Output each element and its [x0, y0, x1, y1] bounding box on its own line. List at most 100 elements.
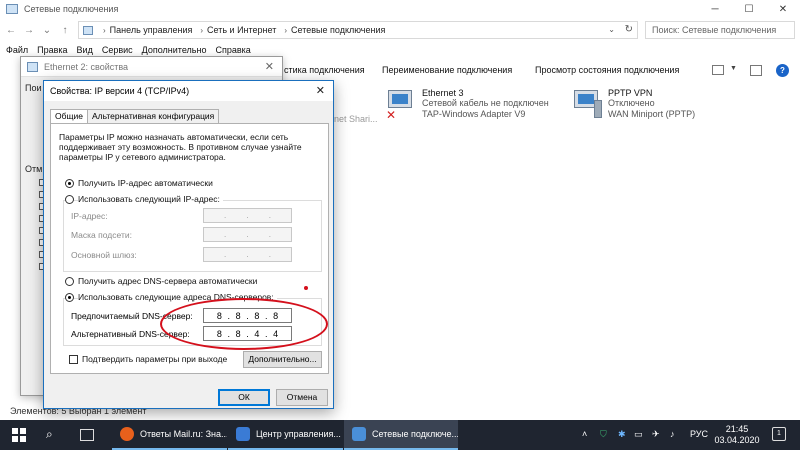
preview-pane-icon[interactable] — [750, 65, 762, 76]
control-panel-icon — [83, 25, 93, 35]
connection-pptp-vpn[interactable]: PPTP VPN Отключено WAN Miniport (PPTP) — [572, 88, 695, 120]
breadcrumb-chevron-icon: › — [200, 25, 204, 35]
network-adapter-icon — [27, 61, 38, 72]
ethernet2-title: Ethernet 2: свойства — [44, 61, 129, 72]
cancel-button[interactable]: Отмена — [276, 389, 328, 406]
ip-address-input[interactable]: ... — [203, 208, 292, 223]
tab-general[interactable]: Общие — [50, 109, 88, 124]
ipv4-tabs: Общие Альтернативная конфигурация — [50, 109, 220, 124]
change-view-icon[interactable] — [712, 65, 724, 75]
close-icon[interactable]: ✕ — [265, 60, 274, 73]
breadcrumb-network-internet[interactable]: Сеть и Интернет — [207, 25, 276, 35]
taskbar-item-firefox[interactable]: Ответы Mail.ru: Зна... — [112, 420, 227, 450]
up-arrow-icon[interactable]: ↑ — [58, 25, 72, 36]
dns-auto-radio[interactable] — [65, 277, 74, 286]
ip-manual-radio[interactable] — [65, 195, 74, 204]
back-arrow-icon[interactable]: ← — [4, 25, 18, 36]
address-bar[interactable]: › Панель управления › Сеть и Интернет › … — [78, 21, 638, 39]
menu-edit[interactable]: Правка — [37, 45, 67, 55]
taskbar-item-network-connections[interactable]: Сетевые подключе... — [344, 420, 458, 450]
advanced-button[interactable]: Дополнительно... — [243, 351, 322, 368]
dns-manual-radio[interactable] — [65, 293, 74, 302]
address-dropdown-icon[interactable]: ⌄ — [608, 25, 615, 34]
ip-manual-label[interactable]: Использовать следующий IP-адрес: — [78, 194, 223, 204]
clock[interactable]: 21:45 03.04.2020 — [712, 424, 762, 446]
connection-status: Отключено — [608, 98, 655, 108]
task-view-icon[interactable] — [80, 429, 94, 441]
close-icon[interactable]: ✕ — [316, 84, 325, 97]
tab-alternate-config[interactable]: Альтернативная конфигурация — [86, 109, 220, 123]
bluetooth-icon[interactable]: ✱ — [618, 429, 626, 440]
windows-start-icon[interactable] — [12, 428, 26, 442]
tray-overflow-icon[interactable]: ˄ — [582, 429, 587, 439]
breadcrumb-chevron-icon: › — [284, 25, 288, 35]
forward-arrow-icon[interactable]: → — [22, 25, 36, 36]
menu-file[interactable]: Файл — [6, 45, 28, 55]
diagnose-connection-command[interactable]: стика подключения — [284, 65, 365, 75]
connection-name: PPTP VPN — [608, 88, 653, 98]
view-dropdown-icon[interactable]: ▼ — [730, 65, 737, 72]
taskbar-item-label: Сетевые подключе... — [372, 429, 458, 439]
ethernet2-tab-fragment: Пои — [25, 83, 42, 93]
breadcrumb-chevron-icon: › — [103, 25, 106, 35]
window-title: Сетевые подключения — [24, 4, 119, 14]
connection-status: Сетевой кабель не подключен — [422, 98, 549, 108]
control-panel-icon — [236, 427, 250, 441]
rename-connection-command[interactable]: Переименование подключения — [382, 65, 512, 75]
explorer-titlebar: Сетевые подключения ─ ☐ ✕ — [0, 0, 800, 18]
network-tray-icon[interactable]: ▭ — [634, 429, 643, 440]
breadcrumb-control-panel[interactable]: Панель управления — [110, 25, 193, 35]
search-input[interactable]: Поиск: Сетевые подключения — [645, 21, 795, 39]
volume-icon[interactable]: ♪ — [670, 429, 675, 439]
search-icon[interactable]: ⌕ — [46, 427, 53, 442]
gateway-input[interactable]: ... — [203, 247, 292, 262]
dns-auto-label[interactable]: Получить адрес DNS-сервера автоматически — [78, 276, 257, 286]
minimize-button[interactable]: ─ — [698, 0, 732, 18]
ethernet2-titlebar: Ethernet 2: свойства — [21, 57, 282, 77]
ipv4-properties-dialog: Свойства: IP версии 4 (TCP/IPv4) ✕ Общие… — [43, 80, 334, 409]
taskbar-item-label: Ответы Mail.ru: Зна... — [140, 429, 227, 439]
connection-name: Ethernet 3 — [422, 88, 464, 98]
connection-device: TAP-Windows Adapter V9 — [422, 109, 526, 119]
menu-tools[interactable]: Сервис — [102, 45, 133, 55]
search-placeholder: Поиск: Сетевые подключения — [652, 25, 777, 35]
shield-icon[interactable]: ⛉ — [600, 429, 607, 440]
taskbar-item-label: Центр управления... — [256, 429, 341, 439]
refresh-icon[interactable]: ↻ — [625, 24, 633, 35]
menu-advanced[interactable]: Дополнительно — [142, 45, 207, 55]
breadcrumb-network-connections[interactable]: Сетевые подключения — [291, 25, 385, 35]
clock-time: 21:45 — [725, 424, 749, 434]
vpn-adapter-icon — [572, 88, 602, 120]
ok-button[interactable]: ОК — [218, 389, 270, 406]
language-indicator[interactable]: РУС — [690, 429, 708, 439]
taskbar: ⌕ Ответы Mail.ru: Зна... Центр управлени… — [0, 420, 800, 450]
taskbar-item-control-center[interactable]: Центр управления... — [228, 420, 343, 450]
close-button[interactable]: ✕ — [766, 0, 800, 18]
ip-description: Параметры IP можно назначать автоматичес… — [59, 132, 302, 162]
connection-ghost-label: net Shari... — [334, 114, 378, 124]
airplane-mode-icon[interactable]: ✈ — [652, 429, 660, 440]
menu-view[interactable]: Вид — [77, 45, 93, 55]
ip-auto-radio[interactable] — [65, 179, 74, 188]
notification-center-icon[interactable]: 1 — [772, 427, 786, 441]
validate-on-exit-checkbox[interactable] — [69, 355, 78, 364]
ethernet2-components-fragment: Отм — [25, 164, 43, 174]
validate-on-exit-label[interactable]: Подтвердить параметры при выходе — [82, 354, 227, 364]
network-adapter-icon: ✕ — [386, 88, 416, 122]
network-folder-icon — [6, 4, 18, 14]
gateway-label: Основной шлюз: — [71, 250, 137, 260]
connection-device: WAN Miniport (PPTP) — [608, 109, 696, 119]
ip-auto-label[interactable]: Получить IP-адрес автоматически — [78, 178, 213, 188]
ip-address-label: IP-адрес: — [71, 211, 108, 221]
view-status-command[interactable]: Просмотр состояния подключения — [535, 65, 679, 75]
menu-help[interactable]: Справка — [215, 45, 250, 55]
firefox-icon — [120, 427, 134, 441]
maximize-button[interactable]: ☐ — [732, 0, 766, 18]
clock-date: 03.04.2020 — [714, 435, 760, 445]
subnet-mask-label: Маска подсети: — [71, 230, 132, 240]
disconnected-x-icon: ✕ — [386, 108, 397, 122]
history-dropdown-icon[interactable]: ⌄ — [40, 25, 54, 36]
help-icon[interactable]: ? — [776, 64, 789, 77]
subnet-mask-input[interactable]: ... — [203, 227, 292, 242]
connection-ethernet3[interactable]: ✕ Ethernet 3 Сетевой кабель не подключен… — [386, 88, 549, 122]
